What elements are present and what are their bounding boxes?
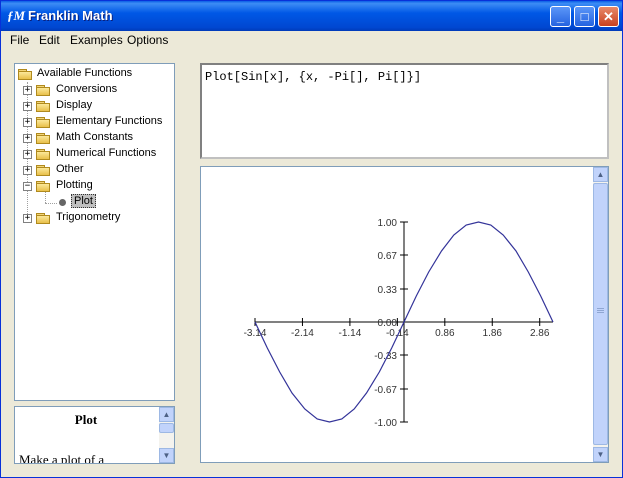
tree-guide-line xyxy=(45,203,57,204)
folder-open-icon xyxy=(36,181,51,192)
window-title: Franklin Math xyxy=(28,8,113,23)
scroll-thumb[interactable] xyxy=(593,183,608,445)
expand-icon[interactable]: + xyxy=(23,86,32,95)
expand-icon[interactable]: + xyxy=(23,214,32,223)
minimize-button[interactable]: _ xyxy=(550,6,571,27)
tree-item-label: Display xyxy=(56,99,93,111)
command-input[interactable]: Plot[Sin[x], {x, -Pi[], Pi[]}] xyxy=(200,63,609,159)
x-tick-label: -3.14 xyxy=(244,328,267,339)
help-body: Make a plot of a xyxy=(19,452,105,464)
tree-item-label: Conversions xyxy=(56,83,118,95)
expand-icon[interactable]: + xyxy=(23,134,32,143)
y-tick-label: 0.33 xyxy=(378,285,398,296)
y-tick-label: 0.67 xyxy=(378,251,398,262)
folder-icon xyxy=(36,101,51,112)
help-title: Plot xyxy=(74,412,98,427)
scroll-down-icon[interactable]: ▼ xyxy=(593,447,608,462)
tree-item-label: Plot xyxy=(71,194,96,208)
menu-file[interactable]: File xyxy=(10,33,29,47)
x-tick-label: -0.14 xyxy=(386,328,409,339)
scroll-down-icon[interactable]: ▼ xyxy=(159,448,174,463)
x-tick-label: 0.86 xyxy=(435,328,455,339)
x-tick-label: 1.86 xyxy=(483,328,503,339)
scroll-up-icon[interactable]: ▲ xyxy=(593,167,608,182)
maximize-button[interactable]: □ xyxy=(574,6,595,27)
tree-item-label: Trigonometry xyxy=(56,211,121,223)
title-bar[interactable]: ƒM Franklin Math _ □ ✕ xyxy=(1,1,622,31)
app-window: ƒM Franklin Math _ □ ✕ File Edit Example… xyxy=(0,0,623,478)
tree-item-label: Math Constants xyxy=(56,131,134,143)
x-tick-label: -1.14 xyxy=(339,328,362,339)
tree-item-label: Elementary Functions xyxy=(56,115,163,127)
scroll-up-icon[interactable]: ▲ xyxy=(159,407,174,422)
help-pane: Plot Make a plot of a ▲ ▼ xyxy=(14,406,175,464)
expand-icon[interactable]: + xyxy=(23,118,32,127)
x-tick-label: 2.86 xyxy=(530,328,550,339)
scroll-thumb[interactable] xyxy=(159,423,174,433)
folder-icon xyxy=(36,85,51,96)
menu-examples[interactable]: Examples xyxy=(70,33,123,47)
tree-item-label: Other xyxy=(56,163,84,175)
y-tick-label: -0.67 xyxy=(374,385,397,396)
folder-icon xyxy=(36,165,51,176)
command-text: Plot[Sin[x], {x, -Pi[], Pi[]}] xyxy=(205,70,422,84)
menu-edit[interactable]: Edit xyxy=(39,33,60,47)
collapse-icon[interactable]: − xyxy=(23,182,32,191)
app-icon: ƒM xyxy=(7,8,26,23)
plot-pane: -3.14 -2.14 -1.14 -0.14 0.86 1.86 2.86 1.00 0.67… xyxy=(200,166,609,463)
menu-options[interactable]: Options xyxy=(127,33,168,47)
help-scrollbar[interactable]: ▲ ▼ xyxy=(159,407,174,463)
y-tick-label: 1.00 xyxy=(378,218,398,229)
menu-bar: File Edit Examples Options xyxy=(1,31,622,50)
splitter[interactable] xyxy=(185,54,191,474)
plot-scrollbar[interactable]: ▲ ▼ xyxy=(593,167,608,462)
expand-icon[interactable]: + xyxy=(23,102,32,111)
plot-chart: -3.14 -2.14 -1.14 -0.14 0.86 1.86 2.86 1.00 0.67… xyxy=(244,218,554,429)
close-button[interactable]: ✕ xyxy=(598,6,619,27)
y-tick-label: 0.00 xyxy=(378,318,398,329)
tree-item-label: Numerical Functions xyxy=(56,147,157,159)
leaf-bullet-icon xyxy=(59,199,66,206)
y-tick-label: -1.00 xyxy=(374,418,397,429)
expand-icon[interactable]: + xyxy=(23,166,32,175)
x-tick-label: -2.14 xyxy=(291,328,314,339)
folder-icon xyxy=(36,213,51,224)
folder-open-icon xyxy=(18,69,33,80)
folder-icon xyxy=(36,117,51,128)
expand-icon[interactable]: + xyxy=(23,150,32,159)
folder-icon xyxy=(36,149,51,160)
function-tree[interactable]: Available Functions + Conversions + Disp… xyxy=(14,63,175,401)
tree-root-label: Available Functions xyxy=(37,67,133,79)
folder-icon xyxy=(36,133,51,144)
tree-item-label: Plotting xyxy=(56,179,93,191)
